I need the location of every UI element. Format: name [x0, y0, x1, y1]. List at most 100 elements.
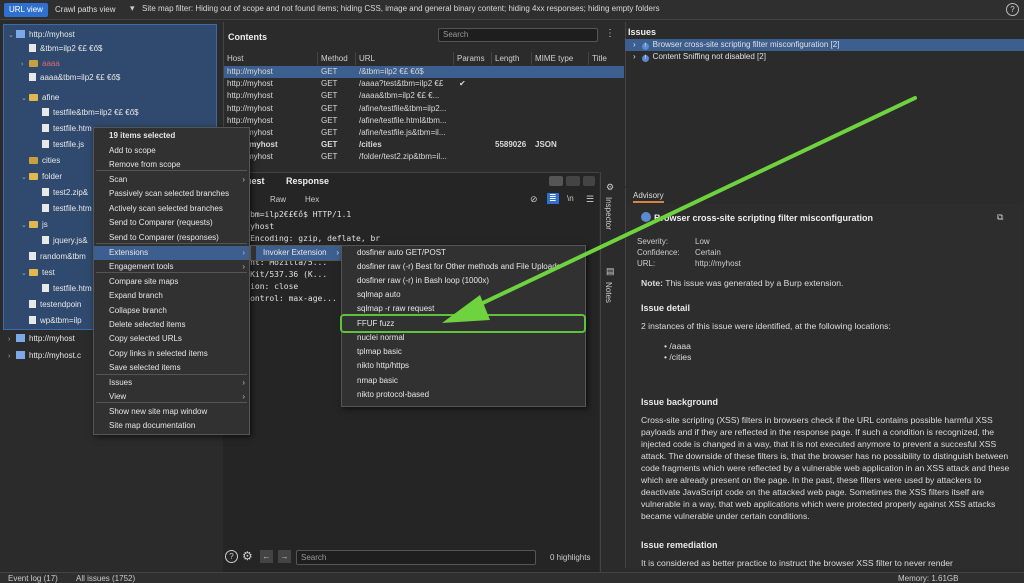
- tree-item[interactable]: › aaaa: [21, 57, 60, 71]
- menu-item-label: Send to Comparer (responses): [109, 233, 219, 242]
- subtab-raw[interactable]: Raw: [270, 195, 286, 204]
- issue-label: Content Sniffing not disabled [2]: [652, 52, 766, 61]
- invoker-menu-item[interactable]: sqlmap auto: [357, 288, 401, 302]
- menu-item[interactable]: Site map documentation: [94, 419, 249, 433]
- event-log-link[interactable]: Event log (17): [8, 574, 58, 583]
- tree-item[interactable]: aaaa&tbm=ilp2 €£ €ő$: [21, 71, 120, 85]
- all-issues-link[interactable]: All issues (1752): [76, 574, 135, 583]
- chevron-right-icon[interactable]: ›: [633, 40, 636, 49]
- file-icon: [29, 300, 36, 308]
- location-path: /aaaa: [669, 341, 691, 351]
- tree-toggle-icon[interactable]: ›: [8, 350, 16, 364]
- subtab-hex[interactable]: Hex: [305, 195, 319, 204]
- issue-background-heading: Issue background: [641, 397, 719, 407]
- tree-item[interactable]: test2.zip&: [34, 186, 88, 200]
- invoker-menu-item[interactable]: nuclei normal: [357, 331, 405, 345]
- tree-item[interactable]: wp&tbm=ilp: [21, 314, 82, 328]
- folder-icon: [29, 94, 38, 101]
- menu-item-label: Actively scan selected branches: [109, 204, 223, 213]
- forward-arrow-icon[interactable]: →: [278, 550, 291, 563]
- tree-toggle-icon[interactable]: ⌄: [8, 29, 16, 43]
- tree-item[interactable]: testfile&tbm=ilp2 €£ €ő$: [34, 106, 139, 120]
- invoker-menu-item[interactable]: nmap basic: [357, 374, 398, 388]
- tree-toggle-icon[interactable]: ⌄: [21, 171, 29, 185]
- table-row[interactable]: http://myhost GET/aaaa?test&tbm=ilp2 €£ ✔: [224, 78, 624, 90]
- menu-item[interactable]: Expand branch: [94, 289, 249, 303]
- tree-toggle-icon[interactable]: ⌄: [21, 267, 29, 281]
- tree-item[interactable]: testfile.htm: [34, 122, 92, 136]
- site-map-filter[interactable]: Site map filter: Hiding out of scope and…: [142, 4, 660, 13]
- invoker-menu-item[interactable]: nikto http/https: [357, 359, 409, 373]
- tree-item[interactable]: cities: [21, 154, 60, 168]
- tree-item[interactable]: › http://myhost: [8, 332, 75, 346]
- column-url[interactable]: URL: [356, 52, 454, 65]
- gear-icon[interactable]: ⚙: [242, 549, 253, 563]
- menu-item[interactable]: Delete selected items: [94, 318, 249, 332]
- tree-item[interactable]: › http://myhost.c: [8, 349, 81, 363]
- tree-item-label: testfile.htm: [53, 204, 92, 213]
- tree-item[interactable]: ⌄ test: [21, 266, 55, 280]
- tree-item[interactable]: testendpoin: [21, 298, 81, 312]
- tree-item[interactable]: testfile.htm: [34, 202, 92, 216]
- invoker-menu-item[interactable]: nikto protocol-based: [357, 388, 429, 402]
- tree-item[interactable]: testfile.js: [34, 138, 84, 152]
- menu-item-label: Save selected items: [109, 363, 181, 372]
- tree-item[interactable]: ⌄ http://myhost: [8, 28, 75, 42]
- menu-item[interactable]: Compare site maps: [94, 275, 249, 289]
- tree-toggle-icon[interactable]: ›: [21, 58, 29, 72]
- tree-toggle-icon[interactable]: ⌄: [21, 219, 29, 233]
- issue-item[interactable]: ›! Browser cross-site scripting filter mi…: [625, 39, 1024, 51]
- menu-item[interactable]: Copy links in selected items: [94, 347, 249, 361]
- help-icon[interactable]: ?: [1006, 3, 1019, 16]
- menu-item-invoker-extension[interactable]: Invoker Extension ›: [256, 246, 342, 260]
- copy-icon[interactable]: ⧉: [997, 212, 1003, 223]
- url-view-tab[interactable]: URL view: [4, 3, 48, 17]
- menu-item[interactable]: Save selected items: [94, 361, 249, 375]
- column-mime-type[interactable]: MIME type: [532, 52, 589, 65]
- cell-host: http://myhost: [227, 91, 273, 101]
- tree-item-label: cities: [42, 156, 61, 165]
- tree-item[interactable]: &tbm=ilp2 €£ €ő$: [21, 42, 103, 56]
- tree-item[interactable]: ⌄ js: [21, 218, 48, 232]
- tree-item[interactable]: ⌄ afine: [21, 91, 59, 105]
- help-icon[interactable]: ?: [225, 550, 238, 563]
- menu-item[interactable]: Passively scan selected branches: [94, 187, 249, 201]
- tree-toggle-icon[interactable]: ⌄: [21, 92, 29, 106]
- menu-item[interactable]: Actively scan selected branches: [94, 202, 249, 216]
- menu-item[interactable]: Send to Comparer (requests): [94, 216, 249, 230]
- tree-item[interactable]: random&tbm: [21, 250, 86, 264]
- chevron-right-icon: ›: [242, 248, 245, 257]
- column-length[interactable]: Length: [492, 52, 532, 65]
- menu-item[interactable]: Copy selected URLs: [94, 332, 249, 346]
- back-arrow-icon[interactable]: ←: [260, 550, 273, 563]
- column-method[interactable]: Method: [318, 52, 356, 65]
- column-params[interactable]: Params: [454, 52, 492, 65]
- menu-item[interactable]: Issues ›: [94, 376, 249, 390]
- folder-icon: [29, 269, 38, 276]
- invoker-menu-item[interactable]: tplmap basic: [357, 345, 402, 359]
- menu-item[interactable]: Scan ›: [94, 173, 249, 187]
- cell-method: GET: [321, 128, 338, 137]
- contents-search-input[interactable]: Search: [438, 28, 598, 42]
- tree-item[interactable]: testfile.htm: [34, 282, 92, 296]
- contents-menu-icon[interactable]: ⋮: [605, 28, 615, 39]
- menu-item[interactable]: Extensions ›: [94, 246, 249, 260]
- contents-title: Contents: [228, 32, 267, 42]
- cell-method: GET: [321, 103, 338, 113]
- column-host[interactable]: Host: [224, 52, 318, 65]
- tree-item[interactable]: jquery.js&: [34, 234, 88, 248]
- tree-item[interactable]: ⌄ folder: [21, 170, 62, 184]
- column-title[interactable]: Title: [589, 52, 624, 65]
- table-row[interactable]: http://myhost GET /&tbm=ilp2 €£ €ő$: [224, 66, 624, 78]
- filter-icon[interactable]: ▾: [130, 3, 135, 14]
- issue-item[interactable]: ›! Content Sniffing not disabled [2]: [625, 51, 1024, 63]
- request-search-input[interactable]: Search: [296, 550, 536, 565]
- tab-response[interactable]: Response: [286, 176, 329, 186]
- menu-item-label: Expand branch: [109, 291, 163, 300]
- crawl-paths-view-tab[interactable]: Crawl paths view: [50, 3, 120, 17]
- tree-toggle-icon[interactable]: ›: [8, 333, 16, 347]
- menu-item[interactable]: Add to scope: [94, 144, 249, 158]
- menu-item[interactable]: Collapse branch: [94, 304, 249, 318]
- chevron-right-icon[interactable]: ›: [633, 52, 636, 61]
- menu-item[interactable]: Show new site map window: [94, 405, 249, 419]
